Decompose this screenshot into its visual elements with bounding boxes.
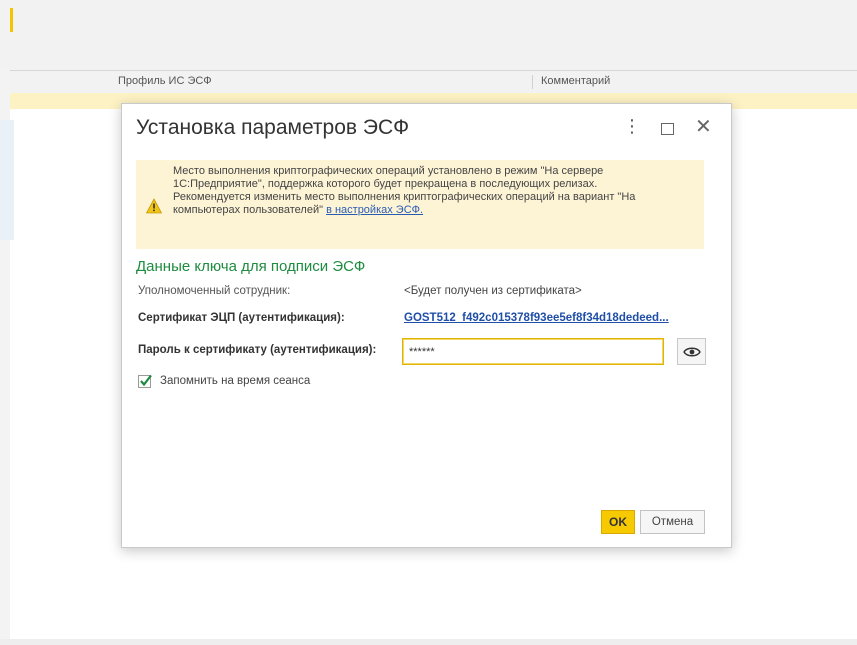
page-bottom-edge: [0, 639, 857, 645]
app-toolbar-area: [0, 0, 857, 70]
remember-label[interactable]: Запомнить на время сеанса: [160, 375, 310, 387]
app-accent-bar: [10, 8, 13, 32]
employee-label: Уполномоченный сотрудник:: [138, 285, 291, 297]
column-header-comment[interactable]: Комментарий: [532, 75, 610, 89]
grid-header: Профиль ИС ЭСФ Комментарий: [10, 70, 857, 94]
password-input[interactable]: [402, 338, 664, 365]
close-icon[interactable]: ✕: [695, 114, 712, 139]
left-panel-edge: [0, 120, 14, 240]
dialog-title: Установка параметров ЭСФ: [136, 116, 410, 139]
remember-checkbox[interactable]: [138, 374, 152, 388]
esf-settings-dialog: Установка параметров ЭСФ ⋮ ✕ Место выпол…: [121, 103, 732, 548]
employee-value: <Будет получен из сертификата>: [404, 285, 582, 297]
warning-text: Место выполнения криптографических опера…: [173, 165, 693, 217]
eye-icon: [682, 347, 701, 356]
show-password-button[interactable]: [677, 338, 706, 365]
key-data-section-title: Данные ключа для подписи ЭСФ: [136, 258, 366, 275]
checkmark-icon: [140, 374, 152, 387]
warning-triangle-icon: [146, 198, 162, 214]
password-label: Пароль к сертификату (аутентификация):: [138, 344, 377, 356]
certificate-label: Сертификат ЭЦП (аутентификация):: [138, 312, 345, 324]
more-actions-icon[interactable]: ⋮: [623, 116, 641, 137]
maximize-icon[interactable]: [661, 123, 674, 135]
certificate-link[interactable]: GOST512_f492c015378f93ee5ef8f34d18dedeed…: [404, 312, 669, 324]
warning-panel: Место выполнения криптографических опера…: [136, 160, 704, 249]
ok-button[interactable]: OK: [601, 510, 635, 534]
cancel-button[interactable]: Отмена: [640, 510, 705, 534]
esf-settings-link[interactable]: в настройках ЭСФ.: [326, 204, 423, 216]
column-header-profile[interactable]: Профиль ИС ЭСФ: [118, 75, 212, 87]
